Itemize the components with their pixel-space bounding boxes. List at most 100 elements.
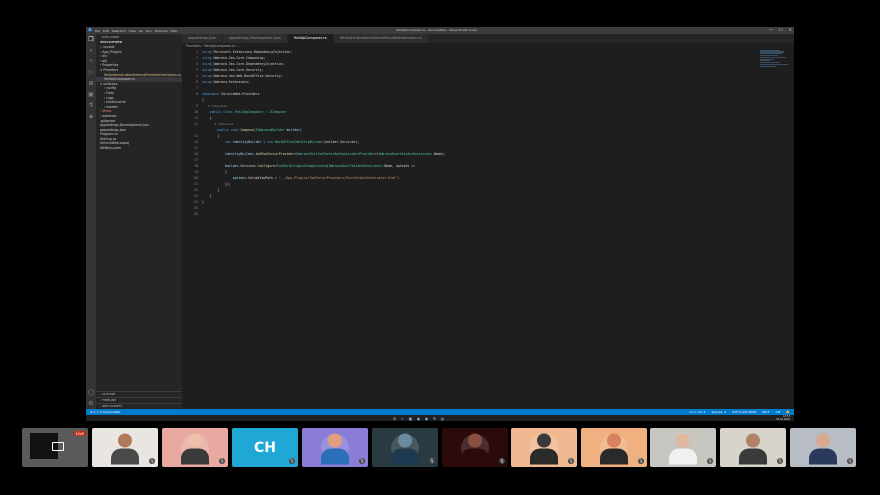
breadcrumb[interactable]: Providers › YotiIdpComposer.cs › ... [186,44,241,48]
participant-figure [530,433,558,465]
minimap[interactable] [760,49,790,89]
taskbar-app-icon[interactable]: ▣ [408,416,413,421]
code-token: IUmbracoBuilder [255,128,287,132]
code-token: using [202,50,214,54]
participant-tile[interactable]: 🎙 [511,428,577,467]
sidebar-bottom-sections: › OUTLINE › TIMELINE › NPM SCRIPTS [96,391,182,409]
code-token: Umbraco.Cms.Core.Security; [213,68,264,72]
menu-item-edit[interactable]: Edit [103,29,109,33]
code-token: Configure [257,164,275,168]
editor-tabs: appsettings.json appsettings.Development.… [182,34,794,43]
code-token: using [202,56,214,60]
participant-tile[interactable]: 🎙 [720,428,786,467]
editor-tab[interactable]: YotiAuthenticationExternalProviderExtens… [333,34,429,43]
close-icon[interactable]: ✕ [789,27,792,32]
participant-tile[interactable]: 🎙 [372,428,438,467]
participant-tile[interactable]: 🎙 [162,428,228,467]
status-item[interactable]: CRLF [762,410,770,414]
taskbar-app-icon[interactable]: ⊞ [392,416,397,421]
mic-muted-icon[interactable]: 🎙 [568,458,574,464]
editor-tab[interactable]: appsettings.Development.json [222,34,288,43]
participant-tile[interactable]: 🎙 [302,428,368,467]
line-number: 26 [194,212,198,216]
code-token: (builder.Services); [322,140,360,144]
participant-head [816,433,830,448]
run-debug-icon[interactable]: ▷ [86,67,96,78]
mic-muted-icon[interactable]: 🎙 [219,458,225,464]
mic-muted-icon[interactable]: 🎙 [359,458,365,464]
mic-muted-icon[interactable]: 🎙 [499,458,505,464]
participant-figure [321,433,349,465]
taskbar-app-icon[interactable]: ◆ [424,416,429,421]
maximize-icon[interactable]: ☐ [779,27,783,32]
explorer-sidebar: EXPLORER SERVICEWEB › .vscode › App_Plugi… [96,34,182,409]
search-icon[interactable]: ⌕ [86,45,96,56]
taskbar-app-icon[interactable]: ✉ [432,416,437,421]
status-item[interactable]: Spaces: 4 [712,410,727,414]
mic-muted-icon[interactable]: 🎙 [707,458,713,464]
mic-muted-icon[interactable]: 🎙 [149,458,155,464]
code-content[interactable]: using Microsoft.Extensions.DependencyInj… [202,49,446,217]
code-line[interactable] [202,211,446,217]
editor-tab[interactable]: appsettings.json [182,34,223,43]
menu-item-run[interactable]: Run [146,29,152,33]
mic-muted-icon[interactable]: 🎙 [638,458,644,464]
editor-tab[interactable]: YotiIdpComposer.cs [287,34,334,43]
status-item[interactable]: Ln 1, Col 1 [690,410,706,414]
minimize-icon[interactable]: — [769,27,773,32]
code-token: { [202,170,227,174]
code-token: using [202,80,214,84]
taskbar-app-icon[interactable]: ▤ [440,416,445,421]
code-token: ServiceWeb.Providers [221,92,260,96]
mic-muted-icon[interactable]: 🎙 [289,458,295,464]
gear-icon[interactable]: ⚙ [86,398,96,409]
window-title: YotiIdpComposer.cs - ServiceWeb - Visual… [396,28,477,32]
menu-item-help[interactable]: Help [170,29,177,33]
participant-body [111,448,139,465]
code-token: { [202,134,220,138]
mic-muted-icon[interactable]: 🎙 [847,458,853,464]
account-icon[interactable]: ◯ [86,387,96,398]
participant-tile[interactable]: Live [22,428,88,467]
code-line[interactable]: identityBuilder.AddTwoFactorProvider<Umb… [202,151,446,157]
menu-item-go[interactable]: Go [139,29,143,33]
participant-head [118,433,132,448]
taskbar-app-icon[interactable]: ⌕ [400,416,405,421]
menu-item-view[interactable]: View [129,29,136,33]
menu-item-selection[interactable]: Selection [112,29,126,33]
docker-icon[interactable]: ◈ [86,111,96,122]
code-token: "../App_Plugins/TwoFactorProviders/UserY… [278,176,398,180]
participant-figure [739,433,767,465]
remote-icon[interactable]: ▣ [86,89,96,100]
participant-tile[interactable]: CH 🎙 [232,428,298,467]
participant-head [607,433,621,448]
menu-bar: File Edit Selection View Go Run Terminal Help [95,29,180,33]
extensions-icon[interactable]: ⊞ [86,78,96,89]
source-control-icon[interactable]: ⑂ [86,56,96,67]
menu-item-terminal[interactable]: Terminal [155,29,168,33]
code-token: .Name, options => [382,164,416,168]
status-item[interactable]: C# [776,410,781,414]
tree-item[interactable]: YotiKeys.pem [96,146,182,151]
code-line[interactable]: builder.Services.Configure<TwoFactorLogi… [202,163,446,169]
participant-tile[interactable]: 🎙 [92,428,158,467]
participant-tile[interactable]: 🎙 [442,428,508,467]
code-token: YotiIdpComposer [234,110,264,114]
participant-body [461,448,489,465]
status-item[interactable]: 🔔 [786,410,790,414]
mic-muted-icon[interactable]: 🎙 [777,458,783,464]
participant-head [537,433,551,448]
status-item[interactable]: UTF-8 with BOM [732,410,756,414]
menu-item-file[interactable]: File [95,29,100,33]
mic-muted-icon[interactable]: 🎙 [429,458,435,464]
code-token: TwoFactorLoginViewOptions [276,164,325,168]
explorer-icon[interactable]: ❐ [86,34,96,45]
participant-body [809,448,837,465]
testing-icon[interactable]: ⚗ [86,100,96,111]
participant-tile[interactable]: 🎙 [650,428,716,467]
taskbar-app-icon[interactable]: ◉ [416,416,421,421]
participant-tile[interactable]: 🎙 [581,428,647,467]
code-editor[interactable]: 1 2 3 4 5 6 7 8 9 10 11 12 13 14 15 16 17 18 19 20 21 22 23 24 2… [182,49,794,409]
window-controls: — ☐ ✕ [769,27,792,32]
participant-tile[interactable]: 🎙 [790,428,856,467]
